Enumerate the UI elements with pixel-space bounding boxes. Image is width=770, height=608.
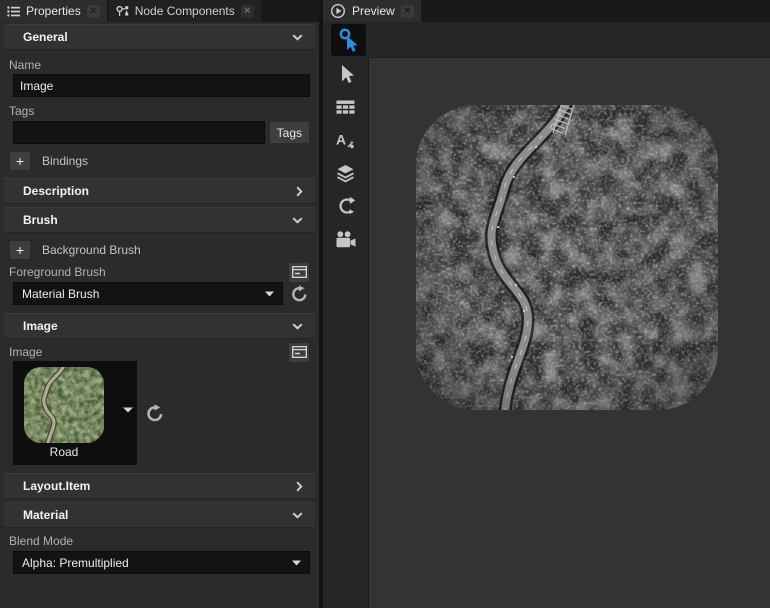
connections-tool[interactable] (329, 192, 363, 220)
dropdown-caret-icon (292, 560, 301, 566)
close-icon[interactable]: × (87, 5, 100, 18)
grid-table-icon (336, 100, 355, 115)
image-thumbnail[interactable] (24, 367, 104, 443)
chevron-down-icon (292, 217, 303, 224)
bindings-label: Bindings (42, 154, 88, 168)
text-analyze-icon: A (336, 131, 355, 149)
close-icon[interactable]: × (241, 5, 254, 18)
editor-window-icon (292, 266, 307, 278)
preview-panel: Preview × (323, 0, 770, 608)
bindings-row: + Bindings (9, 151, 319, 171)
close-icon[interactable]: × (401, 5, 414, 18)
section-title: Material (23, 508, 68, 522)
grid-tool[interactable] (329, 93, 363, 121)
blend-mode-dropdown[interactable]: Alpha: Premultiplied (13, 551, 310, 574)
add-binding-button[interactable]: + (9, 151, 31, 171)
chevron-right-icon (296, 481, 303, 492)
editor-window-icon (292, 346, 307, 358)
chevron-down-icon (292, 34, 303, 41)
tab-preview[interactable]: Preview × (323, 0, 421, 22)
section-description[interactable]: Description (4, 178, 315, 204)
svg-text:A: A (336, 132, 346, 148)
tab-properties[interactable]: Properties × (0, 0, 107, 22)
revert-button[interactable] (142, 401, 166, 425)
layers-icon (336, 164, 355, 183)
preview-tool-column: A (323, 57, 369, 608)
open-editor-button[interactable] (288, 262, 310, 283)
left-tabbar: Properties × Node Components × (0, 0, 319, 22)
section-title: Layout.Item (23, 479, 90, 493)
dropdown-caret-icon[interactable] (123, 407, 133, 413)
layers-tool[interactable] (329, 159, 363, 187)
foreground-brush-label: Foreground Brush (9, 265, 106, 279)
application-window: Properties × Node Components × (0, 0, 770, 608)
preview-toolbar (323, 22, 770, 57)
camera-tool[interactable] (329, 225, 363, 253)
tab-node-components[interactable]: Node Components × (109, 0, 261, 22)
properties-content: General Name Tags Tags + Bindings Descri… (0, 22, 319, 608)
chevron-down-icon (292, 512, 303, 519)
image-resource-picker[interactable]: Road (13, 361, 137, 465)
foreground-brush-dropdown[interactable]: Material Brush (13, 282, 283, 305)
tab-label: Node Components (135, 4, 235, 18)
image-label: Image (9, 345, 42, 359)
node-components-icon (116, 5, 129, 18)
connections-icon (336, 196, 356, 216)
section-title: Image (23, 319, 58, 333)
blend-mode-label: Blend Mode (9, 534, 319, 547)
dropdown-value: Material Brush (22, 287, 99, 301)
tags-button[interactable]: Tags (269, 121, 310, 144)
select-arrow-icon (336, 64, 355, 84)
section-title: Description (23, 184, 89, 198)
tags-input[interactable] (13, 121, 265, 144)
chevron-down-icon (292, 323, 303, 330)
background-brush-row: + Background Brush (9, 240, 319, 260)
tab-label: Preview (352, 4, 395, 18)
interact-tool-icon (336, 27, 362, 53)
add-background-brush-button[interactable]: + (9, 240, 31, 260)
section-title: General (23, 30, 68, 44)
play-circle-icon (330, 3, 346, 19)
open-editor-button[interactable] (288, 342, 310, 363)
tags-label: Tags (9, 104, 319, 117)
preview-canvas[interactable] (369, 57, 770, 608)
revert-arrow-icon (290, 285, 308, 303)
section-material[interactable]: Material (4, 502, 315, 528)
preview-rendered-image[interactable] (416, 105, 718, 410)
select-tool[interactable] (329, 60, 363, 88)
text-tool[interactable]: A (329, 126, 363, 154)
revert-button[interactable] (288, 283, 310, 305)
image-resource-name: Road (24, 445, 104, 459)
camera-icon (336, 231, 356, 248)
tab-label: Properties (26, 4, 81, 18)
dropdown-value: Alpha: Premultiplied (22, 556, 129, 570)
section-brush[interactable]: Brush (4, 207, 315, 233)
properties-panel: Properties × Node Components × (0, 0, 319, 608)
section-layout-item[interactable]: Layout.Item (4, 473, 315, 499)
section-title: Brush (23, 213, 58, 227)
dropdown-caret-icon (265, 291, 274, 297)
preview-body: A (323, 57, 770, 608)
section-image[interactable]: Image (4, 313, 315, 339)
revert-arrow-icon (145, 404, 164, 423)
list-icon (7, 6, 20, 17)
interact-tool[interactable] (331, 24, 366, 56)
chevron-right-icon (296, 186, 303, 197)
section-general[interactable]: General (4, 24, 315, 50)
background-brush-label: Background Brush (42, 243, 141, 257)
right-tabbar: Preview × (323, 0, 770, 22)
name-label: Name (9, 58, 319, 71)
name-input[interactable] (13, 74, 310, 97)
